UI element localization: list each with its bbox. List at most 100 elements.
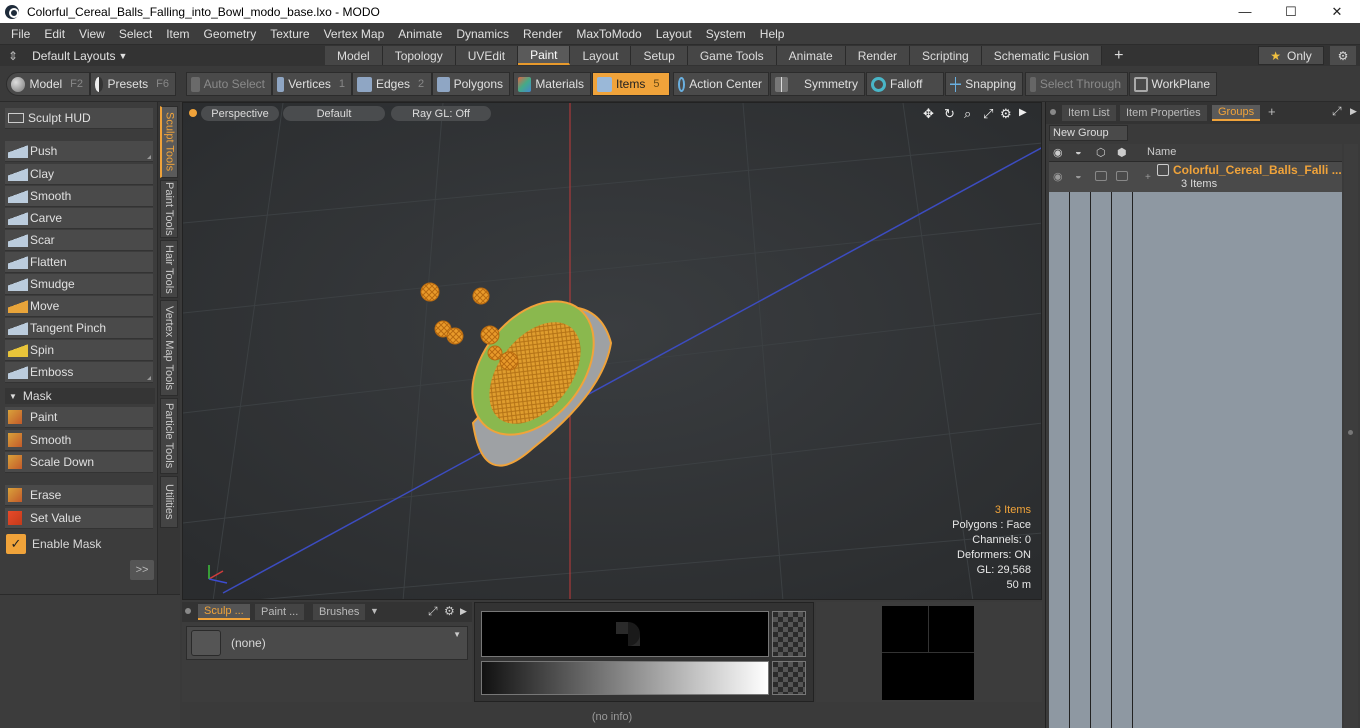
auto-select-button[interactable]: Auto Select bbox=[186, 72, 272, 96]
expand-panel-icon[interactable]: ⤢ bbox=[428, 604, 438, 619]
chevron-down-icon[interactable]: ▼ bbox=[370, 606, 379, 616]
tab-paint-brush[interactable]: Paint ... bbox=[255, 604, 305, 620]
view-type-dropdown[interactable]: Perspective bbox=[201, 106, 279, 121]
tab-item-list[interactable]: Item List bbox=[1062, 105, 1116, 121]
checker-swatch-bottom[interactable] bbox=[772, 661, 806, 695]
grayscale-gradient[interactable] bbox=[481, 661, 769, 695]
tool-spin-button[interactable]: Spin bbox=[5, 340, 153, 361]
gear-icon[interactable]: ⚙ bbox=[1330, 46, 1356, 65]
checker-swatch-top[interactable] bbox=[772, 611, 806, 657]
items-button[interactable]: Items 5 bbox=[592, 72, 670, 96]
vtab-vertex-map-tools[interactable]: Vertex Map Tools bbox=[160, 300, 178, 396]
presets-button[interactable]: Presets F6 bbox=[90, 72, 176, 96]
color-preview[interactable] bbox=[481, 611, 769, 657]
menu-select[interactable]: Select bbox=[112, 27, 159, 41]
vertices-button[interactable]: Vertices 1 bbox=[272, 72, 352, 96]
menu-view[interactable]: View bbox=[72, 27, 112, 41]
row-select-toggle[interactable] bbox=[1116, 171, 1128, 181]
menu-item[interactable]: Item bbox=[159, 27, 196, 41]
select-icon[interactable]: ⬢ bbox=[1117, 146, 1127, 159]
viewport-menu-dot-icon[interactable] bbox=[189, 109, 197, 117]
menu-edit[interactable]: Edit bbox=[37, 27, 72, 41]
viewport-gear-icon[interactable]: ⚙ bbox=[1000, 106, 1012, 122]
add-tab-button[interactable]: + bbox=[1102, 46, 1135, 65]
mask-scale-down-button[interactable]: Scale Down bbox=[5, 452, 153, 473]
expand-plus-icon[interactable]: + bbox=[1145, 172, 1151, 183]
tool-tangent-pinch-button[interactable]: Tangent Pinch bbox=[5, 318, 153, 339]
tab-model[interactable]: Model bbox=[325, 46, 383, 65]
row-eye-icon[interactable]: ◉ bbox=[1053, 170, 1063, 183]
set-value-button[interactable]: Set Value bbox=[5, 508, 153, 529]
menu-dynamics[interactable]: Dynamics bbox=[449, 27, 516, 41]
polygons-button[interactable]: Polygons bbox=[432, 72, 510, 96]
menu-render[interactable]: Render bbox=[516, 27, 569, 41]
new-group-button[interactable]: New Group bbox=[1049, 125, 1128, 141]
tab-paint[interactable]: Paint bbox=[518, 46, 571, 65]
panel-more-icon[interactable]: ▶ bbox=[1350, 106, 1357, 117]
tab-game-tools[interactable]: Game Tools bbox=[687, 46, 777, 65]
symmetry-button[interactable]: Symmetry bbox=[770, 72, 865, 96]
shading-style-dropdown[interactable]: Default bbox=[283, 106, 385, 121]
edges-button[interactable]: Edges 2 bbox=[352, 72, 432, 96]
tab-animate[interactable]: Animate bbox=[776, 46, 846, 65]
erase-button[interactable]: Erase bbox=[5, 485, 153, 506]
menu-maxtomodo[interactable]: MaxToModo bbox=[569, 27, 648, 41]
groups-scrollbar[interactable] bbox=[1344, 144, 1358, 728]
tool-smudge-button[interactable]: Smudge bbox=[5, 274, 153, 295]
panel-menu-dot-icon[interactable] bbox=[185, 608, 191, 614]
tab-schematic-fusion[interactable]: Schematic Fusion bbox=[981, 46, 1103, 65]
tool-carve-button[interactable]: Carve bbox=[5, 208, 153, 229]
tool-move-button[interactable]: Move bbox=[5, 296, 153, 317]
row-lock-toggle[interactable] bbox=[1095, 171, 1107, 181]
tab-item-properties[interactable]: Item Properties bbox=[1120, 105, 1207, 121]
select-through-button[interactable]: Select Through bbox=[1025, 72, 1128, 96]
menu-system[interactable]: System bbox=[699, 27, 753, 41]
tab-topology[interactable]: Topology bbox=[382, 46, 456, 65]
mask-smooth-button[interactable]: Smooth bbox=[5, 430, 153, 451]
tab-render[interactable]: Render bbox=[845, 46, 911, 65]
viewport-more-icon[interactable]: ▶ bbox=[1019, 107, 1027, 118]
zoom-view-icon[interactable]: ⌕ bbox=[964, 106, 971, 122]
tool-clay-button[interactable]: Clay bbox=[5, 164, 153, 185]
menu-geometry[interactable]: Geometry bbox=[197, 27, 264, 41]
menu-vertex-map[interactable]: Vertex Map bbox=[317, 27, 392, 41]
add-tab-button[interactable]: + bbox=[1268, 104, 1276, 119]
falloff-button[interactable]: Falloff bbox=[866, 72, 944, 96]
tool-emboss-button[interactable]: Emboss bbox=[5, 362, 153, 383]
expand-panel-icon[interactable]: ⤢ bbox=[1332, 104, 1342, 119]
vtab-sculpt-tools[interactable]: Sculpt Tools bbox=[160, 106, 178, 178]
panel-gear-icon[interactable]: ⚙ bbox=[444, 604, 455, 618]
menu-texture[interactable]: Texture bbox=[263, 27, 316, 41]
raygl-toggle[interactable]: Ray GL: Off bbox=[391, 106, 491, 121]
layouts-dropdown[interactable]: ⇕ Default Layouts ▼ bbox=[0, 45, 325, 66]
panel-menu-dot-icon[interactable] bbox=[1050, 109, 1056, 115]
group-row[interactable]: ◉ ◒ + Colorful_Cereal_Balls_Falli ... 3 … bbox=[1049, 162, 1342, 192]
vtab-utilities[interactable]: Utilities bbox=[160, 476, 178, 528]
3d-viewport[interactable]: Perspective Default Ray GL: Off ✥ ↻ ⌕ ⤢ … bbox=[182, 102, 1042, 600]
tool-flatten-button[interactable]: Flatten bbox=[5, 252, 153, 273]
maximize-view-icon[interactable]: ⤢ bbox=[983, 106, 993, 122]
minimize-button[interactable]: — bbox=[1222, 0, 1268, 23]
maximize-button[interactable]: ☐ bbox=[1268, 0, 1314, 23]
model-mode-button[interactable]: Model F2 bbox=[6, 72, 90, 96]
tab-layout[interactable]: Layout bbox=[570, 46, 632, 65]
column-name-header[interactable]: Name bbox=[1147, 146, 1176, 158]
snapping-button[interactable]: Snapping bbox=[945, 72, 1023, 96]
tab-brushes[interactable]: Brushes bbox=[313, 604, 366, 620]
mask-section-header[interactable]: ▼ Mask bbox=[5, 388, 155, 404]
only-toggle[interactable]: ★ Only bbox=[1258, 46, 1324, 65]
mask-paint-button[interactable]: Paint bbox=[5, 407, 153, 428]
row-render-icon[interactable]: ◒ bbox=[1075, 170, 1082, 182]
vtab-particle-tools[interactable]: Particle Tools bbox=[160, 398, 178, 474]
menu-file[interactable]: File bbox=[4, 27, 37, 41]
eye-icon[interactable]: ◉ bbox=[1053, 146, 1063, 159]
menu-help[interactable]: Help bbox=[753, 27, 792, 41]
tab-setup[interactable]: Setup bbox=[631, 46, 688, 65]
panel-more-icon[interactable]: ▶ bbox=[460, 606, 467, 617]
tool-push-button[interactable]: Push bbox=[5, 141, 153, 162]
action-center-button[interactable]: Action Center bbox=[673, 72, 769, 96]
vtab-hair-tools[interactable]: Hair Tools bbox=[160, 240, 178, 298]
tab-sculpt[interactable]: Sculp ... bbox=[198, 604, 250, 620]
vtab-paint-tools[interactable]: Paint Tools bbox=[160, 180, 178, 238]
lock-icon[interactable]: ⬡ bbox=[1096, 146, 1106, 159]
